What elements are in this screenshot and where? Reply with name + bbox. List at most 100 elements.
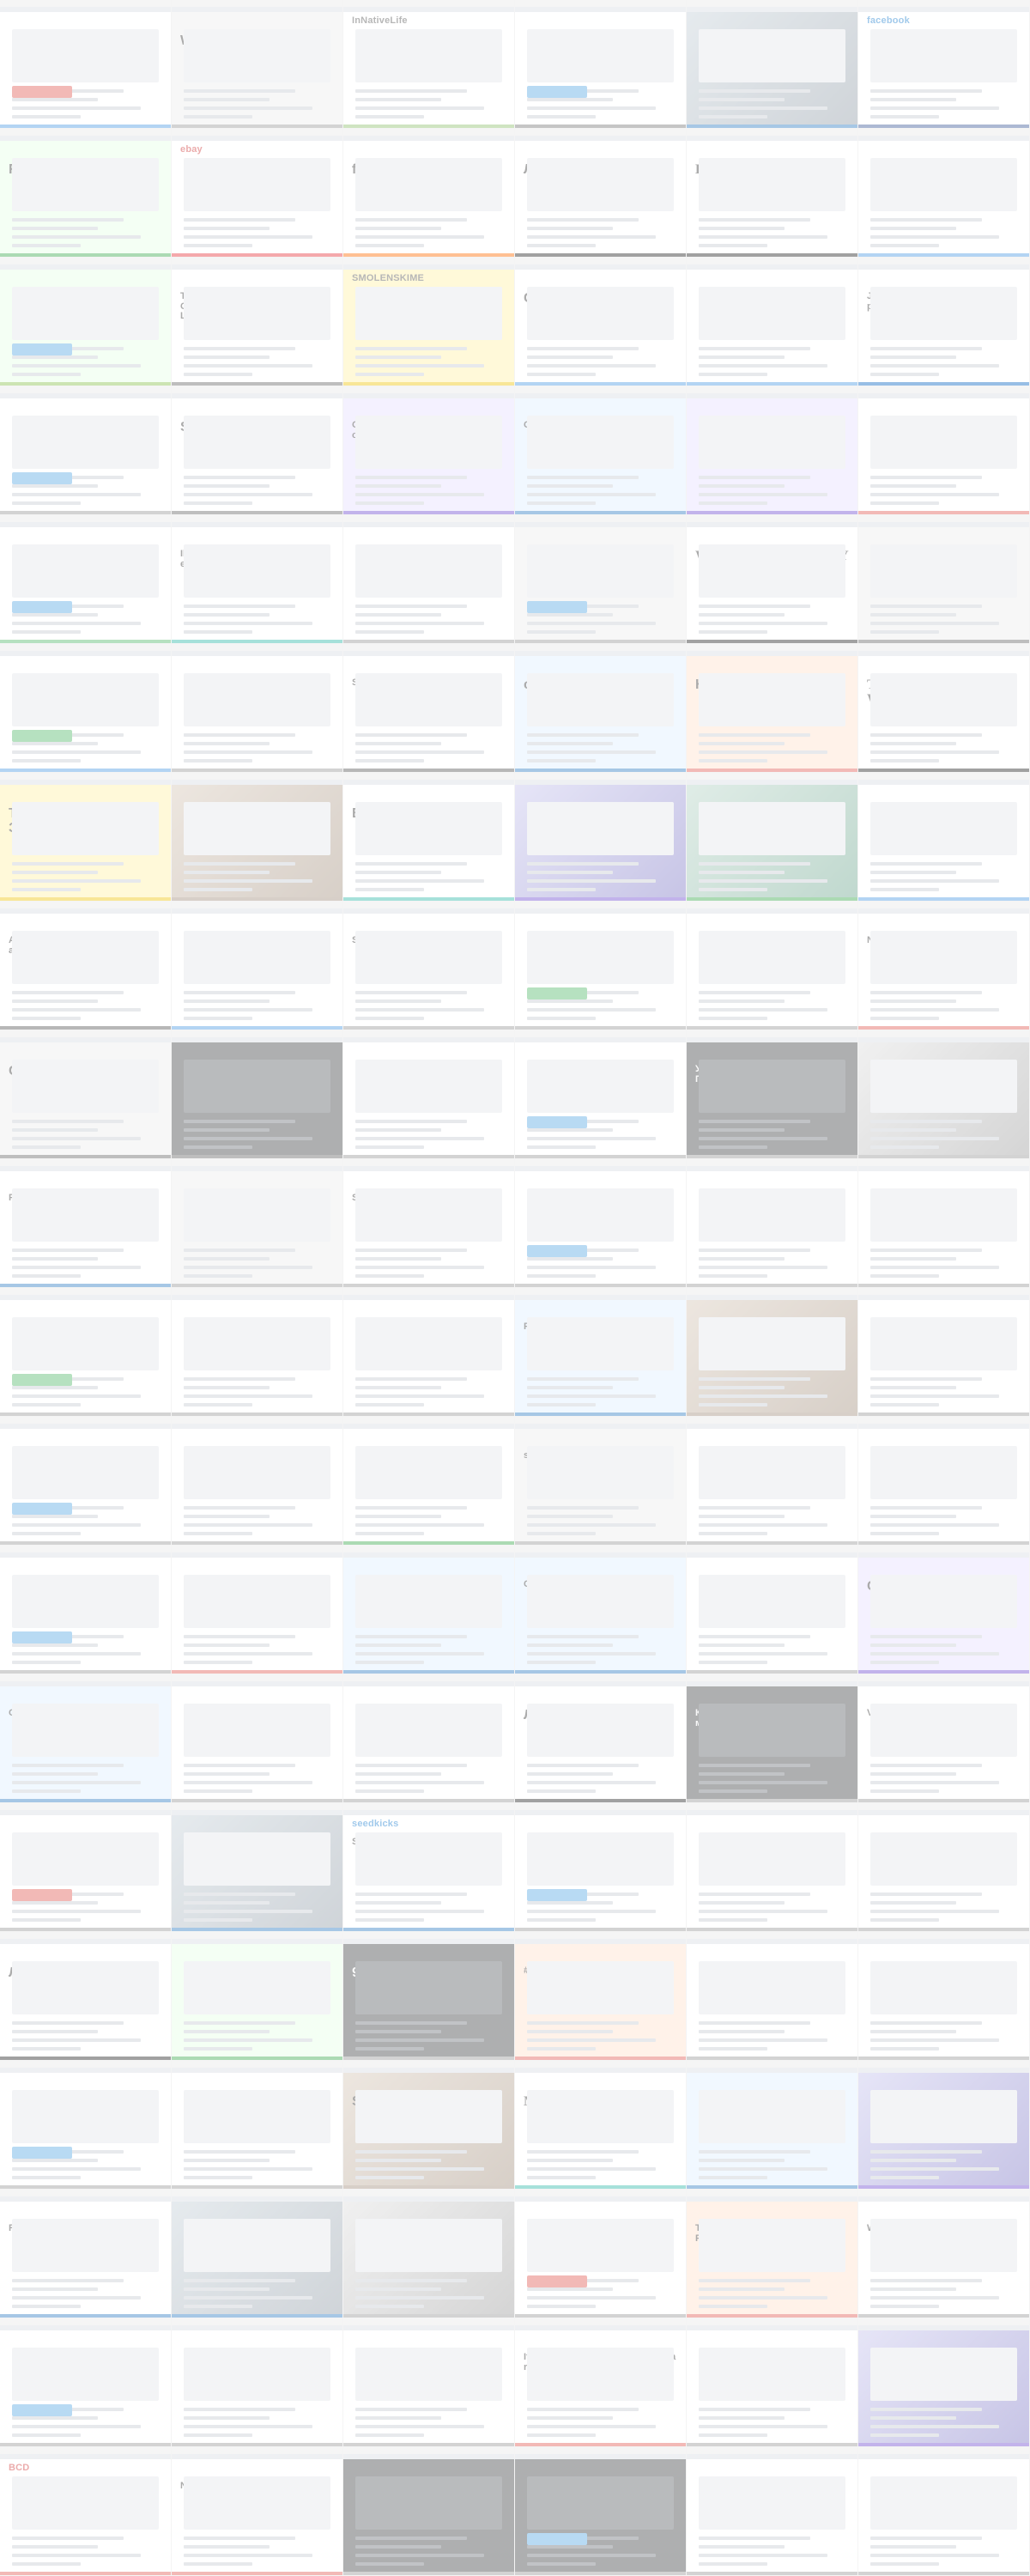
cta-button[interactable] (12, 472, 72, 484)
text-line (870, 2433, 939, 2437)
browser-chrome (515, 386, 686, 393)
text-line (12, 888, 81, 891)
text-line (527, 613, 613, 617)
text-line (527, 355, 613, 359)
site-navigation (172, 1681, 342, 1686)
website-thumbnail: Welcome to Fancy! (172, 0, 343, 129)
text-line (12, 2021, 124, 2025)
cta-button[interactable] (527, 1889, 587, 1901)
cta-button[interactable] (12, 601, 72, 613)
text-line (527, 501, 596, 505)
text-line (699, 1377, 810, 1381)
site-logo: SMOLENSKIME (352, 273, 425, 283)
text-line (355, 1145, 424, 1149)
cta-button[interactable] (12, 1631, 72, 1643)
browser-chrome (687, 1159, 857, 1166)
content-block (355, 1446, 502, 1499)
accent-stripe (687, 511, 857, 514)
cta-button[interactable] (527, 2533, 587, 2545)
browser-chrome (172, 773, 342, 780)
text-line (184, 1532, 252, 1535)
website-thumbnail (343, 515, 515, 644)
browser-chrome (858, 773, 1029, 780)
browser-chrome (515, 902, 686, 908)
text-line (355, 2416, 441, 2420)
browser-chrome (0, 2061, 171, 2068)
browser-chrome (0, 902, 171, 908)
text-line (355, 1515, 441, 1518)
text-line (527, 2416, 613, 2420)
browser-chrome (343, 1803, 514, 1810)
hero-image (184, 2219, 330, 2272)
cta-button[interactable] (12, 2404, 72, 2416)
text-line (184, 2159, 270, 2162)
accent-stripe (172, 1155, 342, 1158)
site-navigation (858, 1552, 1029, 1558)
site-navigation (172, 393, 342, 398)
site-logo: BCD (9, 2463, 30, 2473)
cta-button[interactable] (527, 2275, 587, 2287)
content-block (870, 544, 1017, 598)
cta-button[interactable] (12, 1503, 72, 1515)
accent-stripe (172, 897, 342, 901)
accent-stripe (858, 511, 1029, 514)
text-line (870, 1394, 999, 1398)
accent-stripe (858, 769, 1029, 772)
cta-button[interactable] (12, 86, 72, 98)
website-thumbnail: Click (0, 1030, 172, 1159)
accent-stripe (343, 2443, 514, 2446)
cta-button[interactable] (527, 1245, 587, 1257)
accent-stripe (687, 1799, 857, 1802)
website-thumbnail (515, 902, 687, 1030)
text-line (699, 2305, 767, 2308)
text-line (184, 1128, 270, 1132)
text-line (870, 999, 956, 1003)
cta-button[interactable] (527, 1116, 587, 1128)
cta-button[interactable] (12, 343, 72, 355)
site-navigation (687, 1166, 857, 1171)
accent-stripe (515, 511, 686, 514)
accent-stripe (0, 1541, 171, 1545)
accent-stripe (687, 382, 857, 386)
browser-chrome (172, 1546, 342, 1552)
cta-button[interactable] (527, 987, 587, 999)
cta-button[interactable] (12, 2147, 72, 2159)
text-line (355, 1781, 484, 1784)
site-navigation (515, 1295, 686, 1300)
site-navigation (343, 1552, 514, 1558)
text-line (184, 1643, 270, 1647)
text-line (355, 1386, 441, 1389)
text-line (355, 1120, 467, 1123)
cta-button[interactable] (527, 601, 587, 613)
content-block (184, 416, 330, 469)
browser-chrome (0, 0, 171, 7)
cta-button[interactable] (12, 730, 72, 742)
text-line (355, 355, 441, 359)
accent-stripe (687, 2572, 857, 2575)
website-thumbnail (172, 1803, 343, 1932)
browser-chrome (858, 1417, 1029, 1424)
browser-chrome (858, 2061, 1029, 2068)
site-navigation (858, 1424, 1029, 1429)
text-line (184, 999, 270, 1003)
text-line (699, 1901, 785, 1905)
text-line (12, 2176, 81, 2179)
browser-chrome (0, 2190, 171, 2196)
browser-chrome (172, 2318, 342, 2325)
text-line (12, 493, 141, 496)
cta-button[interactable] (12, 1374, 72, 1386)
text-line (699, 1128, 785, 1132)
text-line (12, 613, 98, 617)
website-thumbnail: ЛАЙФХАКЕР (515, 1674, 687, 1803)
text-line (12, 1764, 124, 1767)
text-line (870, 1893, 982, 1896)
browser-chrome (0, 773, 171, 780)
hero-image (699, 29, 845, 82)
text-line (355, 1910, 484, 1913)
content-block (12, 1317, 159, 1370)
browser-chrome (515, 1417, 686, 1424)
text-line (355, 879, 484, 883)
cta-button[interactable] (12, 1889, 72, 1901)
website-thumbnail (858, 515, 1030, 644)
cta-button[interactable] (527, 86, 587, 98)
